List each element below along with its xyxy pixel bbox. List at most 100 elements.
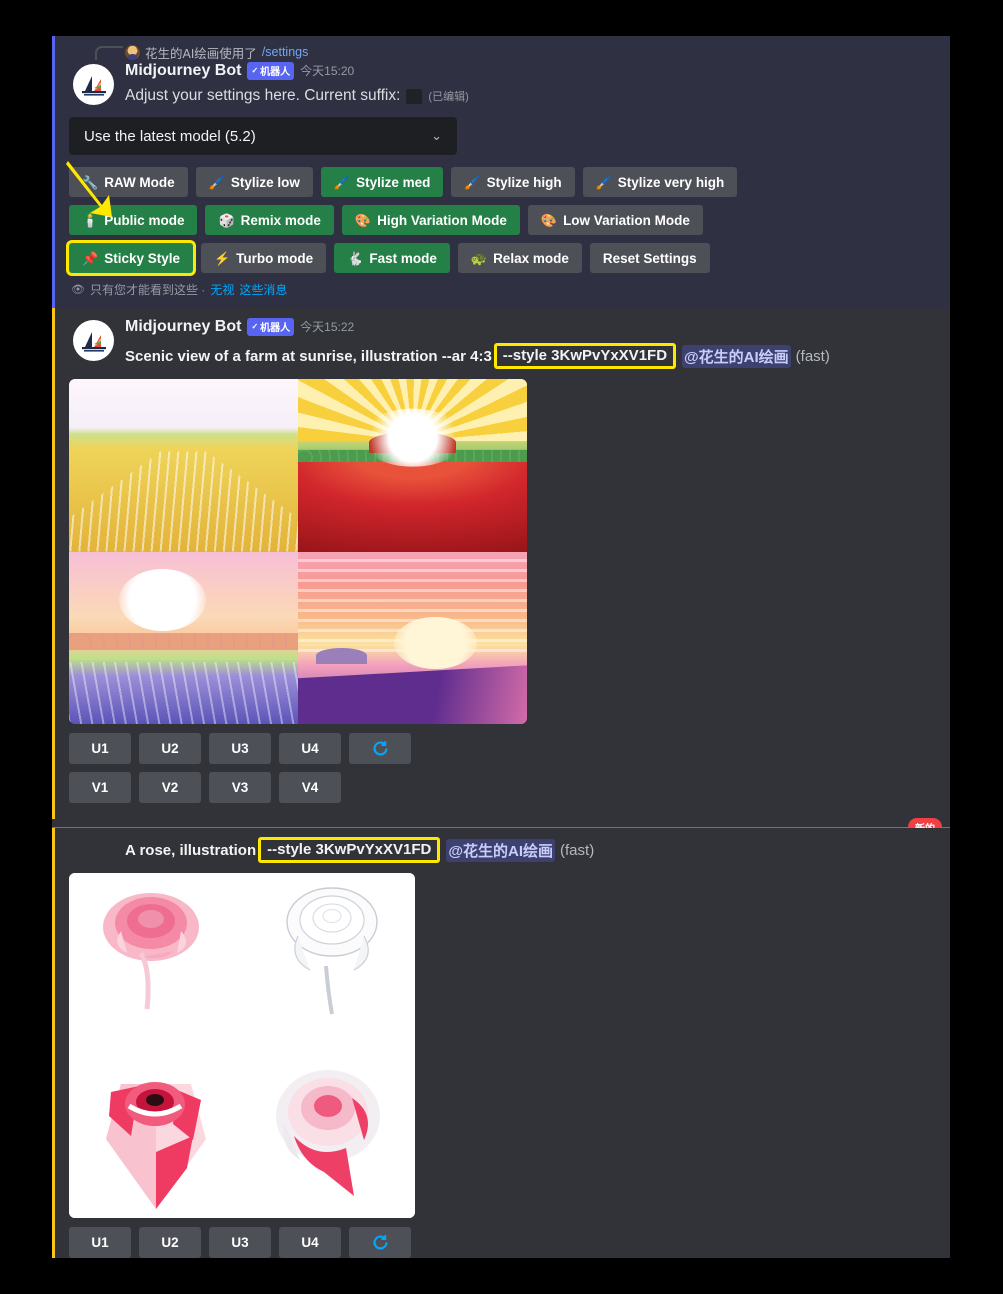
stylize-very-high-button[interactable]: 🖌️ Stylize very high <box>582 167 738 197</box>
remix-mode-label: Remix mode <box>240 212 321 228</box>
stylize-high-label: Stylize high <box>486 174 562 190</box>
variation-button-v3[interactable]: V3 <box>209 772 271 803</box>
edited-label: (已编辑) <box>428 91 469 103</box>
rocks-shape <box>316 648 367 664</box>
upscale-button-u3[interactable]: U3 <box>209 1227 271 1258</box>
fast-mode-label: Fast mode <box>369 250 437 266</box>
relax-mode-button[interactable]: 🐢 Relax mode <box>457 243 582 273</box>
field-shape <box>298 458 527 552</box>
reply-reference[interactable]: 花生的AI绘画使用了 /settings <box>55 42 950 62</box>
action-buttons-farm: U1 U2 U3 U4 V1 V2 V3 V4 <box>69 733 950 803</box>
user-mention[interactable]: @花生的AI绘画 <box>446 838 556 862</box>
variation-row: V1 V2 V3 V4 <box>69 772 950 803</box>
model-select-dropdown[interactable]: Use the latest model (5.2) ⌄ <box>69 117 457 155</box>
raw-mode-button[interactable]: 🔧 RAW Mode <box>69 167 188 197</box>
remix-mode-button[interactable]: 🎲 Remix mode <box>205 205 334 235</box>
relax-mode-label: Relax mode <box>493 250 569 266</box>
lightning-icon: ⚡ <box>213 250 231 266</box>
author-name[interactable]: Midjourney Bot <box>125 318 241 336</box>
timestamp: 今天15:22 <box>300 320 355 334</box>
dismiss-link[interactable]: 无视 <box>210 281 234 298</box>
wrench-icon: 🔧 <box>82 174 99 190</box>
fast-mode-button[interactable]: 🐇 Fast mode <box>334 243 450 273</box>
variation-button-v4[interactable]: V4 <box>279 772 341 803</box>
turbo-mode-button[interactable]: ⚡ Turbo mode <box>200 243 327 273</box>
generation-message-farm: Midjourney Bot ✓ 机器人 今天15:22 Scenic view… <box>52 308 950 819</box>
sun-shape <box>394 617 477 669</box>
grid-image-1[interactable] <box>69 379 298 552</box>
grid-image-2[interactable] <box>242 873 415 1046</box>
ephemeral-footer-text: 只有您才能看到这些 · <box>89 283 206 297</box>
grid-image-1[interactable] <box>69 873 242 1046</box>
settings-button-rows: 🔧 RAW Mode 🖌️ Stylize low 🖌️ Stylize med 🖌️… <box>55 167 950 273</box>
settings-description: Adjust your settings here. Current suffi… <box>125 87 938 105</box>
reply-connector <box>95 46 123 60</box>
grid-image-4[interactable] <box>298 551 527 724</box>
sticky-style-label: Sticky Style <box>104 250 180 266</box>
road-shape <box>298 665 527 724</box>
prompt-line: Scenic view of a farm at sunrise, illust… <box>125 343 938 369</box>
pushpin-icon: 📌 <box>82 250 99 266</box>
prompt-text: Scenic view of a farm at sunrise, illust… <box>125 347 492 365</box>
reset-settings-label: Reset Settings <box>602 250 697 266</box>
avatar <box>125 44 140 60</box>
high-variation-mode-button[interactable]: 🎨 High Variation Mode <box>341 205 520 235</box>
button-row-speed: 📌 Sticky Style ⚡ Turbo mode 🐇 Fast mode 🐢 Re… <box>69 243 950 273</box>
stylize-high-button[interactable]: 🖌️ Stylize high <box>451 167 575 197</box>
sticky-style-button[interactable]: 📌 Sticky Style <box>69 243 193 273</box>
stylize-med-label: Stylize med <box>356 174 431 190</box>
grid-image-4[interactable] <box>242 1045 415 1218</box>
grid-image-3[interactable] <box>69 551 298 724</box>
dice-icon: 🎲 <box>218 212 235 228</box>
bot-badge: ✓ 机器人 <box>247 62 295 80</box>
author-name[interactable]: Midjourney Bot <box>125 62 241 80</box>
reroll-button[interactable] <box>349 1227 411 1258</box>
reset-settings-button[interactable]: Reset Settings <box>589 243 710 273</box>
grid-image-3[interactable]: ▶ <box>69 1045 242 1218</box>
stylize-low-button[interactable]: 🖌️ Stylize low <box>195 167 313 197</box>
upscale-button-u2[interactable]: U2 <box>139 733 201 764</box>
chevron-down-icon: ⌄ <box>431 128 442 143</box>
stylize-med-button[interactable]: 🖌️ Stylize med <box>320 167 444 197</box>
bot-badge-label: 机器人 <box>260 323 291 334</box>
midjourney-avatar[interactable] <box>73 320 114 361</box>
variation-button-v2[interactable]: V2 <box>139 772 201 803</box>
prompt-text: A rose, illustration <box>125 841 257 859</box>
upscale-button-u1[interactable]: U1 <box>69 733 131 764</box>
upscale-button-u1[interactable]: U1 <box>69 1227 131 1258</box>
palette-icon: 🎨 <box>540 212 558 228</box>
upscale-row: U1 U2 U3 U4 <box>69 733 950 764</box>
bot-badge-label: 机器人 <box>260 67 291 78</box>
low-variation-mode-button[interactable]: 🎨 Low Variation Mode <box>527 205 703 235</box>
discord-chat-screen: 花生的AI绘画使用了 /settings Midjourney Bot ✓ 机器… <box>52 36 950 1258</box>
turbo-mode-label: Turbo mode <box>236 250 314 266</box>
sun-shape <box>359 408 466 467</box>
variation-button-v1[interactable]: V1 <box>69 772 131 803</box>
button-row-stylize: 🔧 RAW Mode 🖌️ Stylize low 🖌️ Stylize med 🖌️… <box>69 167 950 197</box>
upscale-button-u3[interactable]: U3 <box>209 733 271 764</box>
redacted-suffix <box>406 88 423 104</box>
image-grid-farm[interactable] <box>69 379 527 724</box>
check-icon: ✓ <box>251 66 259 75</box>
reroll-button[interactable] <box>349 733 411 764</box>
model-select-value: Use the latest model (5.2) <box>84 127 256 145</box>
midjourney-avatar[interactable] <box>73 64 114 105</box>
public-mode-button[interactable]: 🕯️ Public mode <box>69 205 198 235</box>
low-variation-mode-label: Low Variation Mode <box>563 212 690 228</box>
these-messages-link[interactable]: 这些消息 <box>239 281 287 298</box>
timestamp: 今天15:20 <box>300 64 355 78</box>
prompt-line: A rose, illustration --style 3KwPvYxXV1F… <box>125 837 938 863</box>
upscale-button-u4[interactable]: U4 <box>279 733 341 764</box>
candle-icon: 🕯️ <box>82 212 99 228</box>
image-grid-rose[interactable]: ▶ <box>69 873 415 1218</box>
style-parameter-highlight: --style 3KwPvYxXV1FD <box>258 837 441 863</box>
user-mention[interactable]: @花生的AI绘画 <box>682 344 791 368</box>
paintbrush-icon: 🖌️ <box>333 174 351 190</box>
raw-mode-label: RAW Mode <box>104 174 175 190</box>
action-buttons-rose: U1 U2 U3 U4 V1 V2 V3 V4 <box>69 1227 950 1258</box>
slash-command-link[interactable]: /settings <box>262 45 309 59</box>
upscale-button-u2[interactable]: U2 <box>139 1227 201 1258</box>
message-header: Midjourney Bot ✓ 机器人 今天15:22 <box>125 318 938 340</box>
upscale-button-u4[interactable]: U4 <box>279 1227 341 1258</box>
grid-image-2[interactable] <box>298 379 527 552</box>
